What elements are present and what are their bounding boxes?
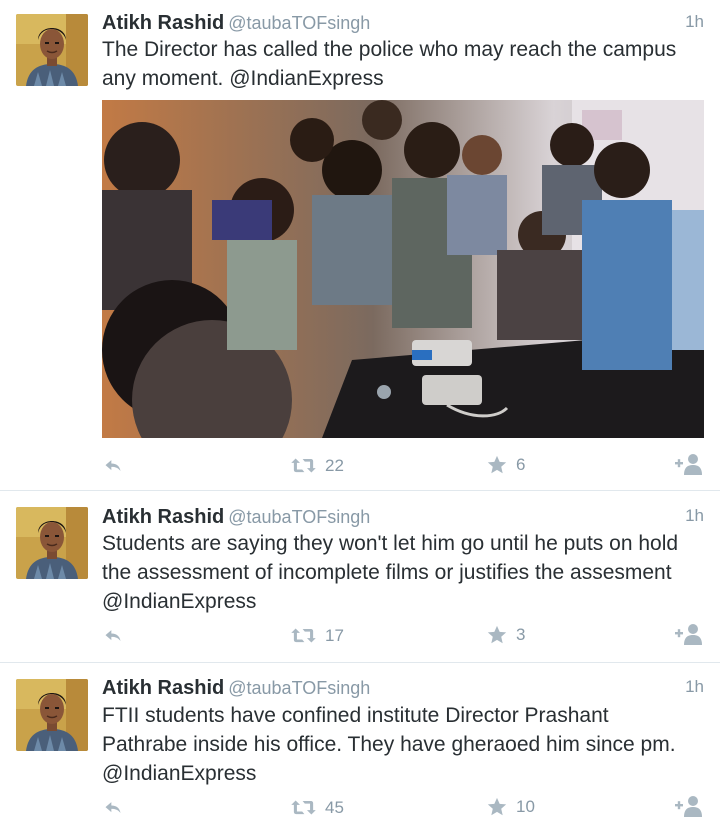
retweet-count: 22 xyxy=(325,455,344,475)
avatar[interactable] xyxy=(16,507,88,579)
tweet-text-line: The Director has called the police who m… xyxy=(102,38,677,61)
tweet-text-line: Students are saying they won't let him g… xyxy=(102,532,679,555)
favorite-star-icon xyxy=(486,624,508,646)
follow-user-icon xyxy=(674,794,704,818)
reply-button[interactable] xyxy=(102,456,124,476)
timestamp[interactable]: 1h xyxy=(685,12,704,32)
favorite-button[interactable]: 6 xyxy=(486,454,525,476)
author-handle[interactable]: @taubaTOFsingh xyxy=(228,13,370,33)
tweet-text: FTII students have confined institute Di… xyxy=(102,701,702,788)
retweet-count: 45 xyxy=(325,797,344,817)
retweet-button[interactable]: 17 xyxy=(290,625,344,646)
author-name[interactable]: Atikh Rashid xyxy=(102,677,224,699)
tweet-text-line: @IndianExpress xyxy=(102,762,257,785)
retweet-button[interactable]: 22 xyxy=(290,455,344,476)
follow-button[interactable] xyxy=(674,622,704,646)
tweet-2[interactable]: Atikh Rashid @taubaTOFsingh 1h Students a… xyxy=(0,491,720,661)
favorite-count: 3 xyxy=(516,625,526,644)
tweet-photo[interactable] xyxy=(102,100,704,438)
reply-button[interactable] xyxy=(102,798,124,818)
tweet-1[interactable]: Atikh Rashid @taubaTOFsingh 1h The Direct… xyxy=(0,0,720,490)
reply-icon xyxy=(102,798,124,818)
tweet-text-line: Pathrabe inside his office. They have gh… xyxy=(102,733,676,756)
follow-button[interactable] xyxy=(674,794,704,818)
photo-image xyxy=(102,100,704,438)
retweet-count: 17 xyxy=(325,625,344,645)
reply-icon xyxy=(102,456,124,476)
follow-button[interactable] xyxy=(674,452,704,476)
reply-button[interactable] xyxy=(102,626,124,646)
retweet-icon xyxy=(290,455,317,476)
timestamp[interactable]: 1h xyxy=(685,506,704,526)
avatar[interactable] xyxy=(16,679,88,751)
avatar-image xyxy=(16,14,88,86)
tweet-text-line: FTII students have confined institute Di… xyxy=(102,704,609,727)
tweet-text-line: @IndianExpress xyxy=(102,590,257,613)
author-handle[interactable]: @taubaTOFsingh xyxy=(228,507,370,527)
retweet-icon xyxy=(290,797,317,818)
favorite-count: 6 xyxy=(516,455,526,474)
avatar[interactable] xyxy=(16,14,88,86)
tweet-text-line: any moment. @IndianExpress xyxy=(102,67,384,90)
tweet-3[interactable]: Atikh Rashid @taubaTOFsingh 1h FTII stude… xyxy=(0,663,720,828)
tweet-text: The Director has called the police who m… xyxy=(102,35,702,93)
favorite-count: 10 xyxy=(516,797,535,816)
tweet-text: Students are saying they won't let him g… xyxy=(102,529,702,616)
favorite-star-icon xyxy=(486,796,508,818)
favorite-star-icon xyxy=(486,454,508,476)
follow-user-icon xyxy=(674,622,704,646)
favorite-button[interactable]: 3 xyxy=(486,624,525,646)
tweet-text-line: the assessment of incomplete films or ju… xyxy=(102,561,672,584)
avatar-image xyxy=(16,679,88,751)
reply-icon xyxy=(102,626,124,646)
follow-user-icon xyxy=(674,452,704,476)
author-name[interactable]: Atikh Rashid xyxy=(102,12,224,34)
author-name[interactable]: Atikh Rashid xyxy=(102,506,224,528)
retweet-icon xyxy=(290,625,317,646)
retweet-button[interactable]: 45 xyxy=(290,797,344,818)
timestamp[interactable]: 1h xyxy=(685,677,704,697)
favorite-button[interactable]: 10 xyxy=(486,796,535,818)
author-handle[interactable]: @taubaTOFsingh xyxy=(228,678,370,698)
avatar-image xyxy=(16,507,88,579)
